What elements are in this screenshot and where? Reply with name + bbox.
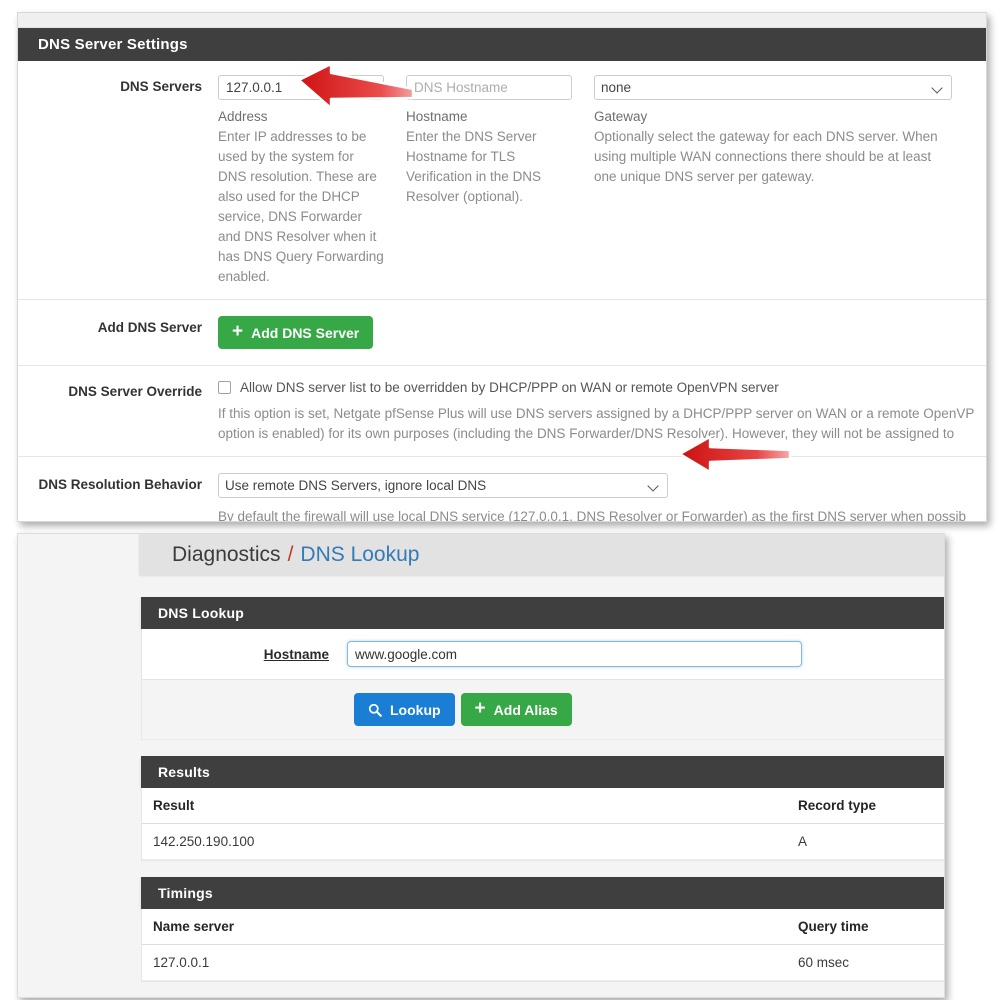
dns-server-settings-panel: DNS Server Settings DNS Servers Address …	[17, 12, 987, 522]
label-dns-server-override: DNS Server Override	[68, 384, 202, 399]
dns-server-settings-body: DNS Servers Address Enter IP addresses t…	[18, 61, 986, 522]
label-add-dns-server: Add DNS Server	[97, 320, 202, 335]
row-add-dns-server: Add DNS Server + Add DNS Server	[18, 300, 986, 366]
timings-column-query-time: Query time	[787, 909, 944, 945]
dns-address-help: Enter IP addresses to be used by the sys…	[218, 129, 384, 284]
timings-table-wrap: Name server Query time 127.0.0.1 60 msec	[141, 909, 944, 982]
row-dns-server-override: DNS Server Override Allow DNS server lis…	[18, 366, 986, 457]
timings-table-header-row: Name server Query time	[142, 909, 944, 945]
dns-hostname-help: Enter the DNS Server Hostname for TLS Ve…	[406, 129, 542, 204]
dns-address-column: Address Enter IP addresses to be used by…	[218, 75, 384, 287]
timings-column-name-server: Name server	[142, 909, 787, 945]
screenshot-stage: DNS Server Settings DNS Servers Address …	[0, 0, 1001, 1000]
section-spacer	[141, 982, 944, 997]
plus-icon: +	[232, 321, 244, 342]
section-spacer	[141, 861, 944, 877]
dns-lookup-section-header: DNS Lookup	[141, 597, 944, 629]
results-table-header-row: Result Record type	[142, 788, 944, 824]
timings-section-header: Timings	[141, 877, 944, 909]
dns-server-settings-header: DNS Server Settings	[18, 28, 986, 61]
dns-gateway-help: Optionally select the gateway for each D…	[594, 129, 938, 184]
dns-resolution-behavior-select[interactable]: Use remote DNS Servers, ignore local DNS	[218, 473, 668, 498]
dns-server-override-checkbox-label: Allow DNS server list to be overridden b…	[240, 380, 779, 395]
timings-cell-query-time: 60 msec	[787, 944, 944, 981]
dns-server-override-help-2: option is enabled) for its own purposes …	[218, 426, 955, 441]
results-cell-result: 142.250.190.100	[142, 823, 787, 860]
lookup-button[interactable]: Lookup	[354, 693, 455, 726]
dns-lookup-panel: Diagnostics / DNS Lookup DNS Lookup Host…	[17, 533, 945, 998]
dns-hostname-caption: Hostname	[406, 109, 468, 124]
dns-resolution-behavior-help-1: By default the firewall will use local D…	[218, 509, 967, 522]
chevron-down-icon: Use remote DNS Servers, ignore local DNS	[218, 473, 668, 498]
panel-top-strip	[18, 13, 986, 28]
dns-server-override-checkbox[interactable]	[218, 381, 231, 394]
label-dns-resolution-behavior: DNS Resolution Behavior	[38, 477, 202, 492]
table-row: 127.0.0.1 60 msec	[142, 944, 944, 981]
add-dns-server-button[interactable]: + Add DNS Server	[218, 316, 374, 349]
label-dns-servers: DNS Servers	[120, 79, 202, 94]
dns-server-override-checkbox-row[interactable]: Allow DNS server list to be overridden b…	[218, 380, 980, 395]
results-column-record-type: Record type	[787, 788, 944, 824]
row-dns-servers: DNS Servers Address Enter IP addresses t…	[18, 61, 986, 300]
plus-icon: +	[474, 698, 486, 719]
dns-lookup-button-bar: Lookup + Add Alias	[141, 680, 944, 740]
dns-address-caption: Address	[218, 109, 268, 124]
hostname-row: Hostname	[142, 629, 944, 679]
add-alias-button[interactable]: + Add Alias	[460, 693, 572, 726]
add-dns-server-button-label: Add DNS Server	[251, 324, 360, 341]
search-icon	[368, 703, 382, 717]
hostname-label: Hostname	[263, 646, 329, 662]
breadcrumb-root[interactable]: Diagnostics	[172, 543, 281, 567]
chevron-down-icon: none	[594, 75, 952, 100]
results-table: Result Record type 142.250.190.100 A	[142, 788, 944, 860]
dns-hostname-input[interactable]	[406, 75, 572, 100]
dns-gateway-column: none Gateway Optionally select the gatew…	[594, 75, 952, 287]
results-cell-record-type: A	[787, 823, 944, 860]
dns-gateway-caption: Gateway	[594, 109, 648, 124]
results-section-header: Results	[141, 756, 944, 788]
add-alias-button-label: Add Alias	[493, 701, 558, 718]
section-spacer	[141, 740, 944, 756]
results-column-result: Result	[142, 788, 787, 824]
row-dns-resolution-behavior: DNS Resolution Behavior Use remote DNS S…	[18, 457, 986, 522]
breadcrumb: Diagnostics / DNS Lookup	[139, 534, 944, 575]
hostname-input[interactable]	[347, 641, 802, 667]
dns-gateway-select[interactable]: none	[594, 75, 952, 100]
timings-cell-name-server: 127.0.0.1	[142, 944, 787, 981]
breadcrumb-separator: /	[287, 542, 294, 566]
dns-lookup-section-body: Hostname	[141, 629, 944, 680]
dns-lookup-content: DNS Lookup Hostname Lookup	[141, 597, 944, 997]
table-row: 142.250.190.100 A	[142, 823, 944, 860]
lookup-button-label: Lookup	[390, 701, 441, 718]
dns-server-override-help-1: If this option is set, Netgate pfSense P…	[218, 406, 975, 421]
breadcrumb-current[interactable]: DNS Lookup	[300, 543, 419, 567]
dns-hostname-column: Hostname Enter the DNS Server Hostname f…	[406, 75, 572, 287]
timings-table: Name server Query time 127.0.0.1 60 msec	[142, 909, 944, 981]
dns-address-input[interactable]	[218, 75, 384, 100]
results-table-wrap: Result Record type 142.250.190.100 A	[141, 788, 944, 861]
